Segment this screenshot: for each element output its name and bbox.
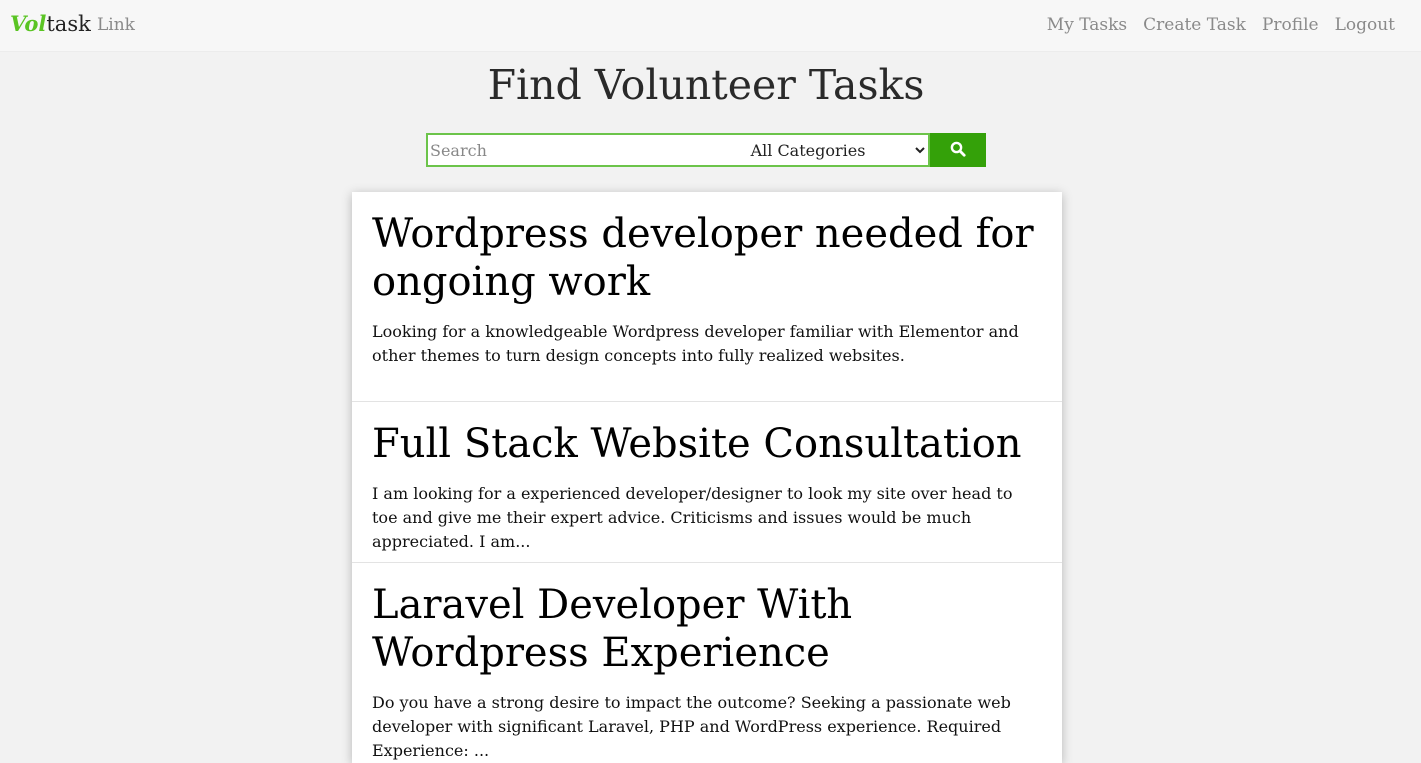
task-description: Looking for a knowledgeable Wordpress de… [372,322,1019,365]
brand-suffix: task [46,12,91,36]
task-list: Wordpress developer needed for ongoing w… [352,192,1062,763]
search-form: All Categories [426,133,986,167]
search-icon [950,141,966,160]
task-title[interactable]: Wordpress developer needed for ongoing w… [372,210,1042,306]
task-card[interactable]: Full Stack Website Consultation I am loo… [352,402,1062,563]
task-title[interactable]: Laravel Developer With Wordpress Experie… [372,581,1042,677]
task-description: I am looking for a experienced developer… [372,484,1013,551]
nav-link[interactable]: Link [97,14,135,36]
nav-logout[interactable]: Logout [1335,14,1395,36]
nav-my-tasks[interactable]: My Tasks [1047,14,1127,36]
category-select[interactable]: All Categories [700,133,930,167]
page-title: Find Volunteer Tasks [487,61,925,109]
task-card[interactable]: Wordpress developer needed for ongoing w… [352,192,1062,402]
task-title[interactable]: Full Stack Website Consultation [372,420,1042,468]
nav-profile[interactable]: Profile [1262,14,1319,36]
brand-prefix: Vol [10,11,47,36]
top-navbar: Voltask Link My Tasks Create Task Profil… [0,0,1421,52]
nav-create-task[interactable]: Create Task [1143,14,1246,36]
task-description: Do you have a strong desire to impact th… [372,693,1011,760]
nav-right-menu: My Tasks Create Task Profile Logout [1047,14,1395,36]
task-card[interactable]: Laravel Developer With Wordpress Experie… [352,563,1062,763]
search-input[interactable] [426,133,700,167]
search-button[interactable] [930,133,986,167]
brand-logo[interactable]: Voltask [10,11,91,37]
